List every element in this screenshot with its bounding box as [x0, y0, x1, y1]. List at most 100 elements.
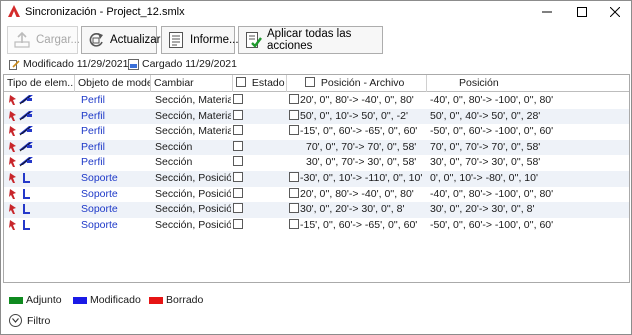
legend-swatch-deleted	[149, 296, 163, 304]
apply-all-button[interactable]: Aplicar todas las acciones	[238, 26, 383, 54]
model-object-link[interactable]: Soporte	[81, 202, 149, 218]
report-button[interactable]: Informe...	[161, 26, 239, 54]
state-checkbox[interactable]	[233, 172, 243, 182]
model-object-link[interactable]: Perfil	[81, 124, 149, 140]
position-file-checkbox[interactable]	[289, 172, 299, 182]
refresh-icon	[89, 33, 103, 47]
position-value: 30', 0'', 70'-> 30', 0'', 58'	[430, 156, 541, 169]
update-button[interactable]: Actualizar	[81, 26, 161, 54]
position-file-checkbox[interactable]	[289, 109, 299, 120]
state-checkbox[interactable]	[233, 109, 243, 120]
loaded-document-icon	[128, 58, 139, 70]
state-checkbox[interactable]	[233, 218, 243, 229]
header-change[interactable]: Cambiar	[151, 75, 233, 92]
position-file-value: -30', 0'', 10'-> -110', 0'', 10'	[300, 172, 423, 184]
loaded-date: Cargado 11/29/2021	[142, 58, 237, 70]
position-file-checkbox[interactable]	[289, 203, 299, 214]
header-model-object[interactable]: Objeto de modelo	[75, 75, 151, 92]
profile-element-icon	[9, 109, 73, 125]
position-file-select-all-checkbox[interactable]	[305, 77, 315, 87]
position-file-checkbox[interactable]	[289, 187, 299, 198]
state-checkbox-cell	[233, 171, 253, 187]
close-button[interactable]	[598, 1, 632, 23]
support-element-icon	[9, 171, 73, 187]
load-button[interactable]: Cargar...	[7, 26, 80, 54]
state-checkbox[interactable]	[233, 187, 243, 198]
support-element-icon	[9, 187, 73, 203]
state-checkbox-cell	[233, 93, 253, 109]
model-object-link[interactable]: Perfil	[81, 155, 149, 171]
close-icon	[610, 7, 620, 17]
table-row[interactable]: Perfil Sección 30', 0'', 70'-> 30', 0'', 5…	[4, 155, 629, 171]
position-value: 50', 0'', 40'-> 50', 0'', 28'	[430, 109, 541, 122]
position-file-checkbox[interactable]	[289, 125, 299, 136]
position-value: -50', 0'', 60'-> -100', 0'', 60'	[430, 218, 554, 231]
profile-element-icon	[9, 124, 73, 140]
position-file-checkbox[interactable]	[289, 218, 299, 229]
change-cell: Sección, Posición	[155, 172, 231, 184]
model-object-link[interactable]: Perfil	[81, 140, 149, 156]
header-position-file[interactable]: Posición - Archivo	[287, 75, 427, 92]
position-value: -40', 0'', 80'-> -100', 0'', 80'	[430, 187, 554, 200]
state-checkbox[interactable]	[233, 156, 243, 167]
table-row[interactable]: Soporte Sección, Posición -15', 0'', 60'->…	[4, 218, 629, 234]
model-object-link[interactable]: Soporte	[81, 171, 149, 187]
chevron-down-icon	[9, 314, 22, 327]
loaded-status: Cargado 11/29/2021	[128, 58, 237, 70]
state-checkbox-cell	[233, 124, 253, 140]
update-button-label: Actualizar	[110, 34, 161, 46]
position-value: 30', 0'', 20'-> 30', 0'', 8'	[430, 203, 535, 216]
position-file-checkbox[interactable]	[289, 94, 299, 104]
position-file-value: -15', 0'', 60'-> -65', 0'', 60'	[300, 218, 418, 231]
table-row[interactable]: Perfil Sección 70', 0'', 70'-> 70', 0'', 5…	[4, 139, 629, 156]
table-row[interactable]: Perfil Sección, Material 20', 0'', 80'-> -…	[4, 93, 629, 109]
model-object-link[interactable]: Perfil	[81, 109, 149, 125]
header-position[interactable]: Posición	[427, 75, 629, 92]
table-row[interactable]: Soporte Sección, Posición 20', 0'', 80'-> …	[4, 187, 629, 203]
position-value: 70', 0'', 70'-> 70', 0'', 58'	[430, 140, 541, 153]
position-file-value: 50', 0'', 10'-> 50', 0'', -2'	[300, 109, 408, 122]
position-file-cell: 20', 0'', 80'-> -40', 0'', 80'	[289, 187, 427, 203]
state-checkbox[interactable]	[233, 125, 243, 136]
filter-label: Filtro	[27, 314, 51, 327]
state-checkbox[interactable]	[233, 94, 243, 104]
window-title: Sincronización - Project_12.smlx	[25, 6, 185, 18]
table-row[interactable]: Soporte Sección, Posición 30', 0'', 20'-> …	[4, 202, 629, 218]
report-button-label: Informe...	[190, 34, 239, 46]
table-row[interactable]: Perfil Sección, Material 50', 0'', 10'-> 5…	[4, 108, 629, 125]
minimize-button[interactable]	[530, 1, 564, 23]
apply-checklist-icon	[246, 32, 262, 48]
filter-expander[interactable]: Filtro	[9, 314, 50, 327]
sync-window: Sincronización - Project_12.smlx Cargar.…	[0, 0, 632, 335]
position-value: -50', 0'', 60'-> -100', 0'', 60'	[430, 125, 554, 138]
header-element-type[interactable]: Tipo de elem...	[4, 75, 75, 92]
state-checkbox[interactable]	[233, 140, 243, 151]
maximize-button[interactable]	[565, 1, 599, 23]
table-row[interactable]: Perfil Sección, Material -15', 0'', 60'-> …	[4, 124, 629, 140]
position-file-cell: -15', 0'', 60'-> -65', 0'', 60'	[289, 124, 427, 140]
model-object-link[interactable]: Soporte	[81, 187, 149, 203]
state-checkbox-cell	[233, 155, 253, 171]
legend-item-deleted: Borrado	[149, 294, 203, 306]
table-row[interactable]: Soporte Sección, Posición -30', 0'', 10'->…	[4, 171, 629, 187]
state-checkbox-cell	[233, 218, 253, 234]
position-value: -40', 0'', 80'-> -100', 0'', 80'	[430, 94, 554, 106]
app-logo-icon	[8, 5, 20, 17]
sync-grid: Tipo de elem... Objeto de modelo Cambiar…	[3, 74, 630, 283]
position-file-cell: 50', 0'', 10'-> 50', 0'', -2'	[289, 109, 427, 125]
position-file-value: 20', 0'', 80'-> -40', 0'', 80'	[300, 94, 414, 106]
state-checkbox[interactable]	[233, 203, 243, 214]
position-file-cell: -15', 0'', 60'-> -65', 0'', 60'	[289, 218, 427, 234]
model-object-link[interactable]: Soporte	[81, 218, 149, 234]
position-file-value: 30', 0'', 70'-> 30', 0'', 58'	[306, 156, 417, 169]
toolbar: Cargar... Actualizar Informe... Aplicar …	[1, 23, 631, 57]
change-cell: Sección, Posición	[155, 203, 231, 216]
model-object-link[interactable]: Perfil	[81, 93, 149, 109]
title-bar: Sincronización - Project_12.smlx	[1, 1, 631, 23]
sync-status-bar: Modificado 11/29/2021 Cargado 11/29/2021	[1, 58, 631, 72]
position-file-cell: 70', 0'', 70'-> 70', 0'', 58'	[306, 140, 444, 156]
change-cell: Sección, Posición	[155, 218, 231, 231]
header-state[interactable]: Estado	[233, 75, 287, 92]
report-icon	[169, 32, 183, 48]
state-select-all-checkbox[interactable]	[236, 77, 246, 87]
